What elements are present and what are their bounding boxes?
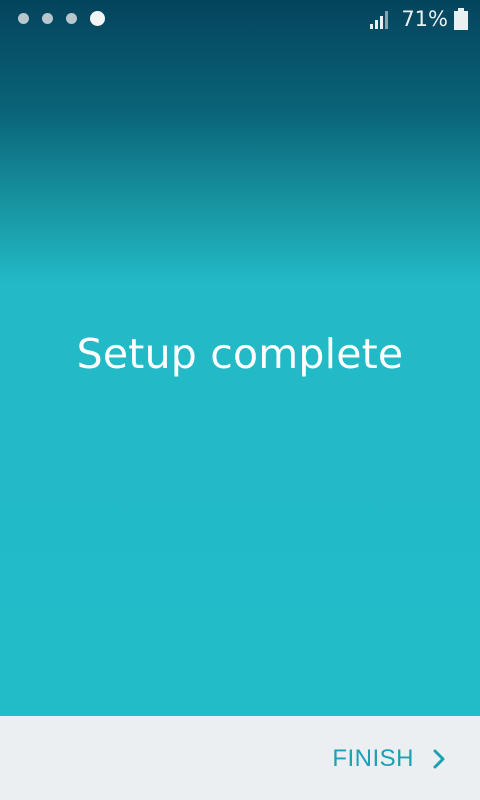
battery-percent: 71% (401, 7, 448, 31)
battery-icon (454, 8, 468, 30)
chevron-right-icon (433, 749, 445, 769)
finish-button-label: FINISH (332, 745, 414, 772)
hero-background: 71% Setup complete (0, 0, 480, 716)
cell-signal-icon (370, 11, 389, 29)
page-dot (42, 13, 53, 24)
page-indicator (18, 11, 105, 26)
page-dot (66, 13, 77, 24)
page-dot-active (90, 11, 105, 26)
status-bar: 71% (0, 0, 480, 36)
status-indicators: 71% (369, 6, 468, 32)
footer-bar: FINISH (0, 716, 480, 800)
setup-complete-screen: 71% Setup complete FINISH (0, 0, 480, 800)
page-title: Setup complete (76, 330, 404, 378)
page-dot (18, 13, 29, 24)
finish-button[interactable]: FINISH (332, 740, 446, 778)
